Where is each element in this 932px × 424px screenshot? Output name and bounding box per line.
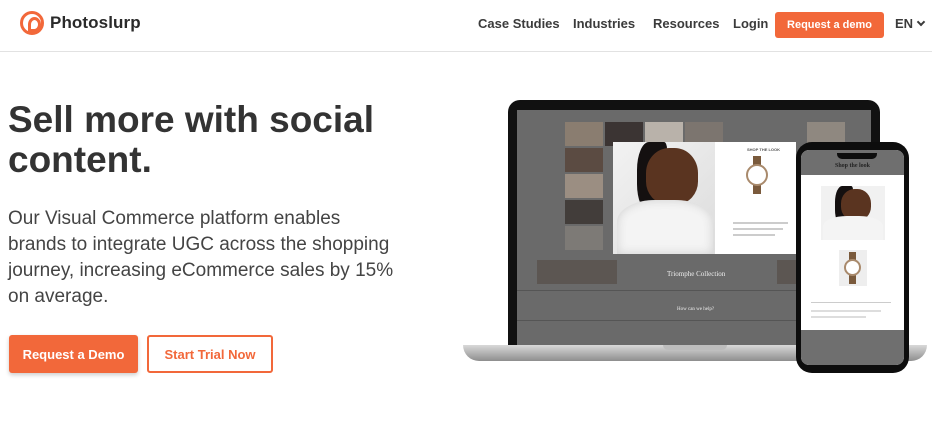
- language-label: EN: [895, 16, 914, 31]
- phone-product-card: [839, 250, 867, 286]
- grid-photo: [565, 200, 603, 224]
- grid-photo: [565, 122, 603, 146]
- request-demo-button[interactable]: Request a Demo: [9, 335, 138, 373]
- site-header: Photoslurp Case Studies Industries Resou…: [0, 0, 932, 52]
- phone-model-photo: [821, 186, 885, 240]
- phone-divider: [811, 302, 891, 303]
- chevron-down-icon: [916, 17, 926, 26]
- phone-comment-line: [811, 310, 881, 312]
- help-title: How can we help?: [677, 307, 715, 312]
- watch-product-icon: [746, 164, 768, 186]
- comment-line: [733, 234, 775, 236]
- grid-photo: [565, 226, 603, 250]
- logo[interactable]: Photoslurp: [20, 11, 141, 35]
- collection-title: Triomphe Collection: [667, 270, 726, 278]
- hero-subtitle: Our Visual Commerce platform enables bra…: [8, 208, 394, 307]
- page: Photoslurp Case Studies Industries Resou…: [0, 0, 932, 424]
- comment-line: [733, 228, 783, 230]
- model-photo: [613, 142, 715, 254]
- shop-the-look-modal: SHOP THE LOOK: [613, 142, 796, 254]
- phone-comment-line: [811, 316, 866, 318]
- nav-login[interactable]: Login: [733, 16, 768, 31]
- phone-bottom-bar: [801, 330, 904, 365]
- language-selector[interactable]: EN: [895, 16, 926, 31]
- comment-line: [733, 222, 788, 224]
- grid-photo: [565, 174, 603, 198]
- grid-photo: [565, 148, 603, 172]
- request-demo-button-header[interactable]: Request a demo: [775, 12, 884, 38]
- modal-heading: SHOP THE LOOK: [747, 147, 781, 152]
- phone-notch: [837, 153, 877, 159]
- logo-mark-icon: [20, 11, 44, 35]
- grid-photo: [537, 260, 617, 284]
- phone-screen: Shop the look: [801, 150, 904, 365]
- hero-title: Sell more with social content.: [8, 99, 375, 180]
- phone-heading: Shop the look: [834, 163, 870, 169]
- nav-industries[interactable]: Industries: [573, 16, 635, 31]
- start-trial-button[interactable]: Start Trial Now: [147, 335, 273, 373]
- brand-name: Photoslurp: [50, 13, 141, 32]
- nav-resources[interactable]: Resources: [653, 16, 719, 31]
- phone-mockup: Shop the look: [796, 142, 909, 373]
- nav-case-studies[interactable]: Case Studies: [478, 16, 560, 31]
